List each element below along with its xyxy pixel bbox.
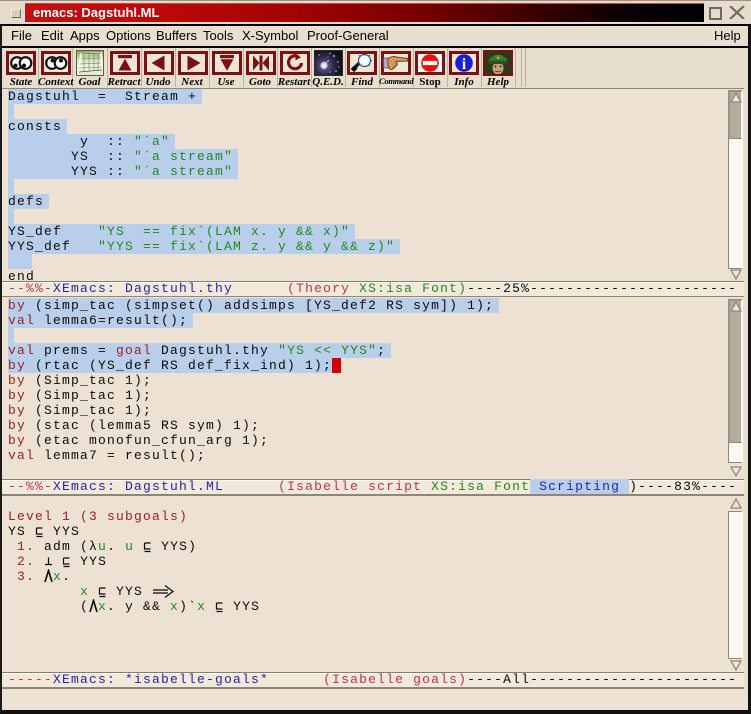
svg-text:i: i — [462, 56, 467, 72]
